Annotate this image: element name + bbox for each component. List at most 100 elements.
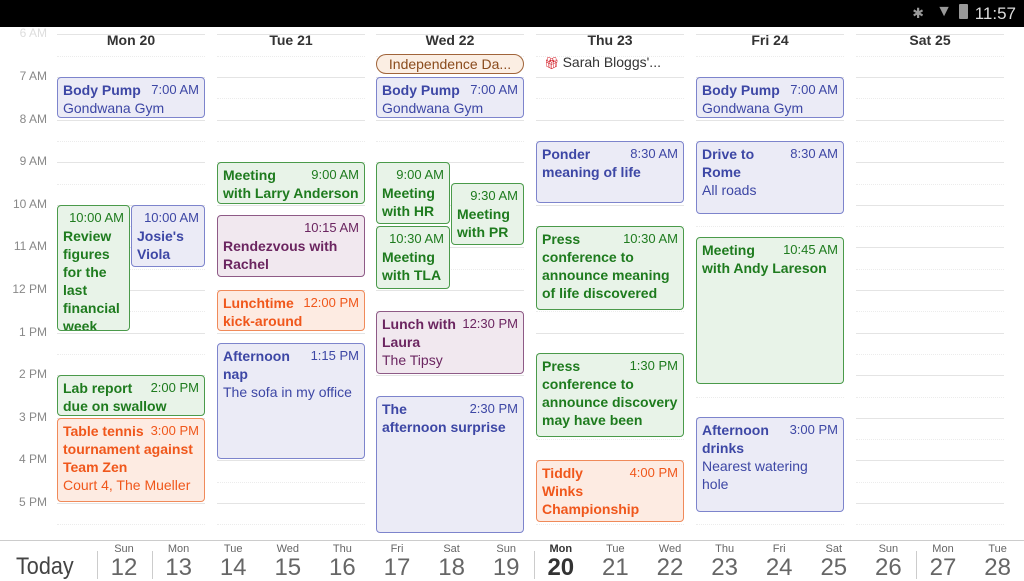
date-cell[interactable]: Fri 17	[370, 543, 424, 581]
date-cell[interactable]: Wed 22	[643, 543, 697, 581]
hour-gridline	[856, 332, 1004, 334]
event-title: Meeting with TLA	[382, 249, 442, 283]
all-day-event[interactable]: Independence Da...	[376, 54, 524, 74]
date-cell[interactable]: Mon 13	[152, 543, 206, 581]
calendar-event[interactable]: 1:30 PM Press conference to announce disc…	[536, 353, 684, 437]
calendar-event[interactable]: 8:30 AM Drive to Rome All roads	[696, 141, 844, 214]
event-title: Drive to Rome	[702, 146, 755, 180]
date-cell[interactable]: Sun 19	[479, 543, 533, 581]
date-cell[interactable]: Fri 24	[752, 543, 806, 581]
battery-icon	[959, 4, 968, 19]
time-label: 9 AM	[19, 154, 47, 169]
calendar-event[interactable]: 10:30 AM Press conference to announce mea…	[536, 226, 684, 310]
day-header[interactable]: Fri 24	[696, 32, 844, 48]
date-cell[interactable]: Thu 23	[698, 543, 752, 581]
event-time: 10:45 AM	[783, 242, 838, 257]
hour-gridline	[536, 332, 684, 334]
event-time: 7:00 AM	[151, 82, 199, 97]
date-number: 20	[547, 554, 575, 581]
hour-gridline	[856, 460, 1004, 462]
half-hour-gridline	[217, 481, 365, 483]
event-time: 8:30 AM	[790, 146, 838, 161]
calendar-event[interactable]: 8:30 AM Ponder meaning of life	[536, 141, 684, 203]
half-hour-gridline	[856, 226, 1004, 228]
all-day-event[interactable]: 🎁︎ Sarah Bloggs'...	[544, 54, 684, 74]
day-header[interactable]: Sat 25	[856, 32, 1004, 48]
time-label: 11 AM	[13, 239, 47, 254]
calendar-event[interactable]: 9:00 AM Meeting with HR	[376, 162, 450, 224]
date-number: 24	[765, 554, 793, 581]
event-time: 7:00 AM	[470, 82, 518, 97]
time-label: 1 PM	[18, 324, 47, 339]
hour-gridline	[376, 119, 524, 121]
date-number: 15	[274, 554, 302, 581]
calendar-event[interactable]: 4:00 PM Tiddly Winks Championship	[536, 460, 684, 522]
status-bar: ✱ ▼ 11:57	[0, 0, 1024, 27]
date-cell[interactable]: Sat 25	[807, 543, 861, 581]
event-location: All roads	[702, 182, 757, 198]
date-cell[interactable]: Tue 14	[206, 543, 260, 581]
event-title: Tiddly Winks Championship	[542, 465, 640, 517]
day-header[interactable]: Tue 21	[217, 32, 365, 48]
calendar-event[interactable]: 2:30 PM The afternoon surprise	[376, 396, 524, 533]
calendar-event[interactable]: 3:00 PM Table tennis tournament against T…	[57, 418, 205, 502]
half-hour-gridline	[696, 396, 844, 398]
time-label: 12 PM	[12, 282, 47, 296]
date-cell[interactable]: Tue 28	[971, 543, 1024, 581]
calendar-event[interactable]: 10:30 AM Meeting with TLA	[376, 226, 450, 289]
day-header[interactable]: Thu 23	[536, 32, 684, 48]
today-button[interactable]: Today	[16, 553, 74, 581]
day-header[interactable]: Mon 20	[57, 32, 205, 48]
date-number: 12	[110, 554, 138, 581]
hour-gridline	[856, 247, 1004, 249]
calendar-event[interactable]: 9:30 AM Meeting with PR	[451, 183, 524, 245]
date-cell[interactable]: Mon 27	[916, 543, 970, 581]
date-cell[interactable]: Sun 12	[97, 543, 151, 581]
half-hour-gridline	[856, 439, 1004, 441]
calendar-event[interactable]: 7:00 AM Body Pump Gondwana Gym	[376, 77, 524, 118]
date-cell[interactable]: Wed 15	[261, 543, 315, 581]
hour-gridline	[57, 119, 205, 121]
half-hour-gridline	[856, 311, 1004, 313]
calendar-event[interactable]: 3:00 PM Afternoon drinks Nearest watering …	[696, 417, 844, 512]
event-time: 2:00 PM	[150, 380, 199, 395]
hour-gridline	[217, 204, 365, 206]
half-hour-gridline	[217, 524, 365, 526]
event-time: 2:30 PM	[469, 401, 518, 416]
calendar-event[interactable]: 1:15 PM Afternoon nap The sofa in my offic…	[217, 343, 365, 459]
half-hour-gridline	[856, 140, 1004, 142]
event-time: 10:30 AM	[389, 231, 444, 246]
calendar-event[interactable]: 10:00 AM Josie's Viola	[131, 205, 205, 267]
date-number: 22	[656, 554, 684, 581]
calendar-event[interactable]: 12:30 PM Lunch with Laura The Tipsy	[376, 311, 524, 374]
hour-gridline	[536, 77, 684, 78]
calendar-event[interactable]: 10:45 AM Meeting with Andy Lareson	[696, 237, 844, 384]
half-hour-gridline	[696, 55, 844, 57]
hour-gridline	[856, 162, 1004, 164]
date-cell[interactable]: Thu 16	[315, 543, 369, 581]
hour-gridline	[217, 77, 365, 78]
day-column[interactable]	[856, 34, 1004, 568]
event-title: Body Pump	[702, 82, 780, 98]
date-cell[interactable]: Mon 20	[534, 543, 588, 581]
event-title: Review figures for the last financial we…	[63, 228, 120, 331]
calendar-event[interactable]: 7:00 AM Body Pump Gondwana Gym	[57, 77, 205, 118]
calendar-event[interactable]: 7:00 AM Body Pump Gondwana Gym	[696, 77, 844, 118]
half-hour-gridline	[696, 524, 844, 526]
date-number: 18	[438, 554, 465, 581]
event-title: Rendezvous with Rachel	[223, 238, 338, 272]
date-cell[interactable]: Sun 26	[861, 543, 915, 581]
calendar-event[interactable]: 9:00 AM Meeting with Larry Anderson	[217, 162, 365, 204]
half-hour-gridline	[57, 524, 205, 526]
calendar-event[interactable]: 10:15 AM Rendezvous with Rachel	[217, 215, 365, 277]
date-cell[interactable]: Sat 18	[425, 543, 479, 581]
calendar-event[interactable]: 12:00 PM Lunchtime kick-around	[217, 290, 365, 331]
date-number: 27	[929, 554, 957, 581]
event-title: Meeting with PR	[457, 206, 510, 240]
event-title: Body Pump	[382, 82, 460, 98]
date-cell[interactable]: Tue 21	[588, 543, 642, 581]
date-number: 16	[329, 554, 356, 581]
day-header[interactable]: Wed 22	[376, 32, 524, 48]
calendar-event[interactable]: 2:00 PM Lab report due on swallow	[57, 375, 205, 416]
calendar-event[interactable]: 10:00 AM Review figures for the last fina…	[57, 205, 130, 331]
